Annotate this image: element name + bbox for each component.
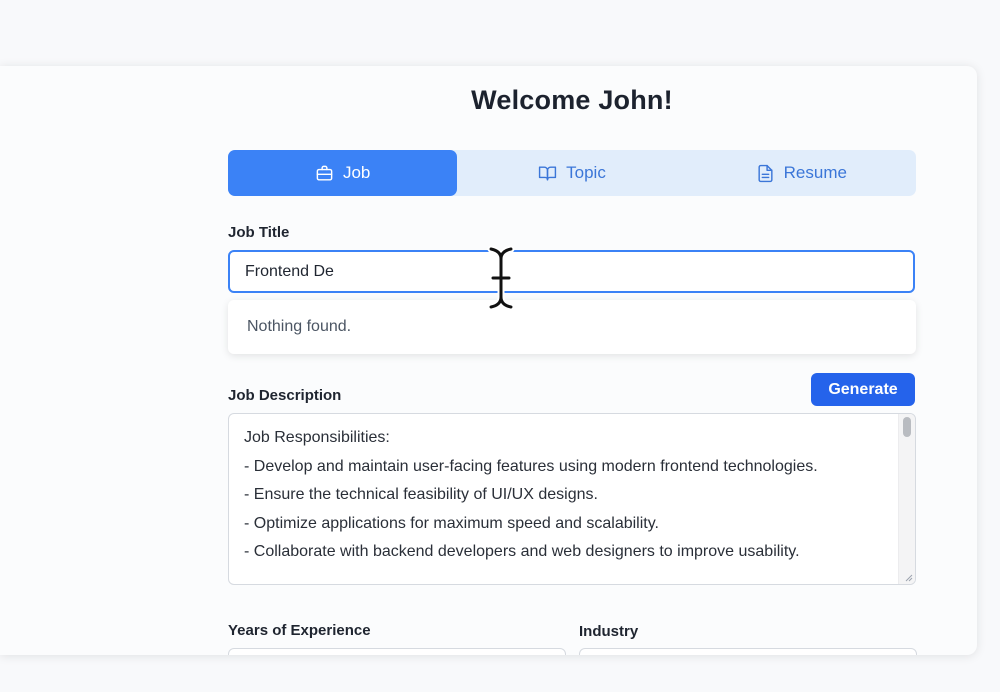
job-description-textarea[interactable]: Job Responsibilities: - Develop and main…	[228, 413, 916, 585]
textarea-scrollbar[interactable]	[898, 414, 915, 584]
tab-resume[interactable]: Resume	[687, 150, 916, 196]
job-title-label: Job Title	[228, 224, 290, 241]
job-title-input[interactable]	[228, 250, 915, 293]
resize-handle-icon[interactable]	[903, 572, 913, 582]
book-open-icon	[539, 165, 557, 181]
job-title-suggestions: Nothing found.	[228, 300, 916, 354]
years-experience-field[interactable]	[228, 648, 566, 655]
tab-job-label: Job	[342, 163, 371, 182]
industry-label: Industry	[579, 623, 639, 640]
page-title: Welcome John!	[471, 85, 673, 115]
job-description-label: Job Description	[228, 387, 342, 404]
file-text-icon	[758, 164, 773, 182]
years-experience-label: Years of Experience	[228, 622, 371, 639]
tab-topic-label: Topic	[566, 163, 606, 182]
scrollbar-thumb[interactable]	[903, 417, 911, 437]
form-card: Welcome John! Job Topic Resume Job Title…	[0, 66, 977, 655]
mode-tabs: Job Topic Resume	[228, 150, 916, 196]
generate-button[interactable]: Generate	[811, 373, 915, 406]
tab-resume-label: Resume	[783, 163, 847, 182]
no-results-message: Nothing found.	[247, 318, 352, 335]
industry-field[interactable]	[579, 648, 917, 655]
briefcase-icon	[316, 165, 333, 181]
tab-job[interactable]: Job	[228, 150, 458, 196]
tab-topic[interactable]: Topic	[457, 150, 686, 196]
job-description-text: Job Responsibilities: - Develop and main…	[244, 429, 818, 561]
